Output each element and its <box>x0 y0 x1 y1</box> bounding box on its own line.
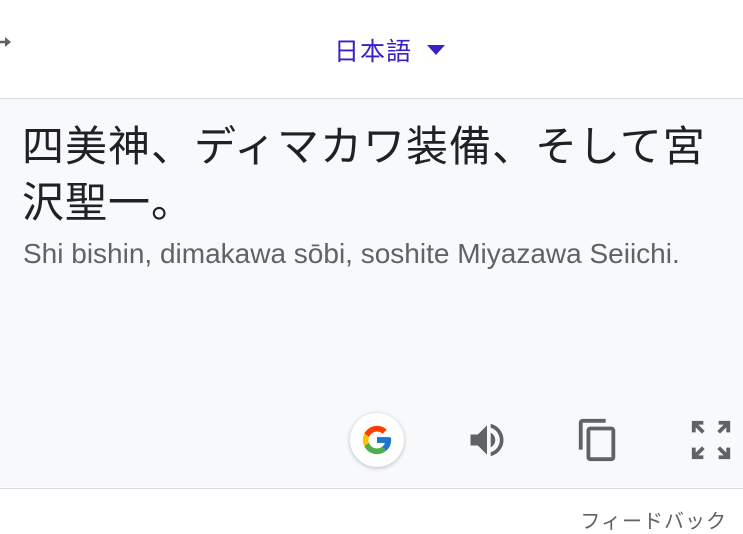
caret-down-icon <box>427 45 446 55</box>
feedback-link[interactable]: フィードバック <box>580 505 727 534</box>
arrow-right-icon[interactable] <box>0 32 14 52</box>
romanization-text: Shi bishin, dimakawa sōbi, soshite Miyaz… <box>23 238 680 269</box>
translated-text: 四美神、ディマカワ装備、そして宮沢聖一。 <box>22 122 706 227</box>
footer-bar: フィードバック <box>0 488 743 533</box>
translation-result-panel: 四美神、ディマカワ装備、そして宮沢聖一。 Shi bishin, dimakaw… <box>0 99 743 487</box>
language-bar: 日本語 <box>0 0 743 99</box>
copy-icon[interactable] <box>573 415 623 465</box>
target-language-label: 日本語 <box>334 37 413 66</box>
target-language-select[interactable]: 日本語 <box>334 30 446 70</box>
google-icon[interactable] <box>350 413 404 467</box>
fullscreen-icon[interactable] <box>686 415 736 465</box>
speaker-icon[interactable] <box>462 415 512 465</box>
result-toolbar <box>0 411 743 471</box>
